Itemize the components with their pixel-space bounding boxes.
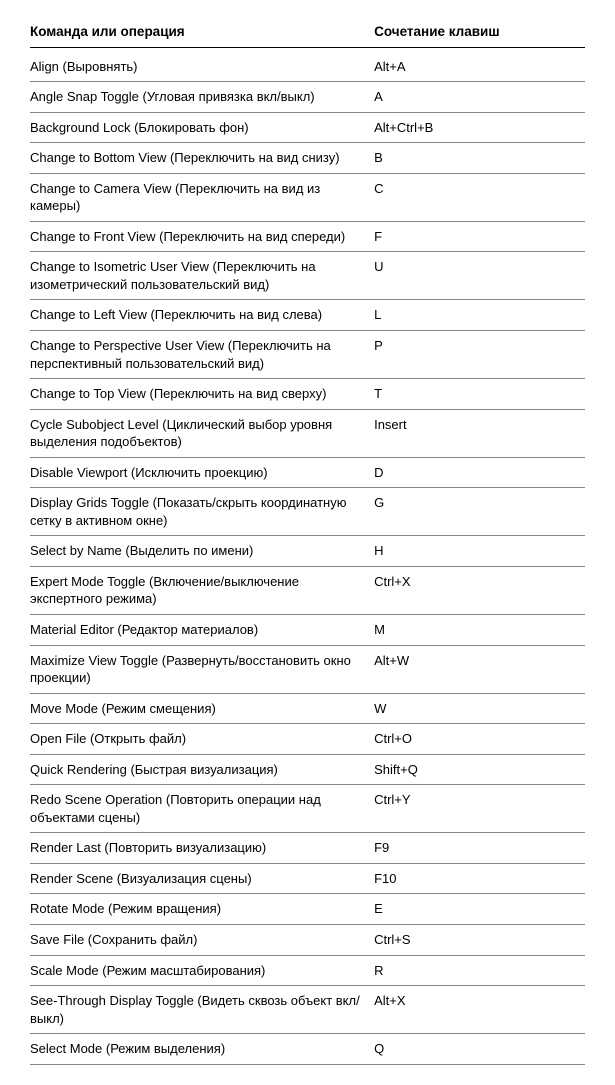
table-row: Save File (Сохранить файл)Ctrl+S bbox=[30, 925, 585, 956]
table-row: Change to Camera View (Переключить на ви… bbox=[30, 173, 585, 221]
cell-command: Select by Name (Выделить по имени) bbox=[30, 536, 374, 567]
cell-shortcut: Alt+Ctrl+B bbox=[374, 112, 585, 143]
cell-command: Change to Perspective User View (Переклю… bbox=[30, 330, 374, 378]
cell-command: Background Lock (Блокировать фон) bbox=[30, 112, 374, 143]
cell-command: Rotate Mode (Режим вращения) bbox=[30, 894, 374, 925]
cell-shortcut: Q bbox=[374, 1034, 585, 1065]
cell-command: Redo Scene Operation (Повторить операции… bbox=[30, 785, 374, 833]
table-row: Redo Scene Operation (Повторить операции… bbox=[30, 785, 585, 833]
cell-shortcut: G bbox=[374, 488, 585, 536]
cell-command: Cycle Subobject Level (Циклический выбор… bbox=[30, 409, 374, 457]
shortcuts-table: Команда или операция Сочетание клавиш Al… bbox=[30, 18, 585, 1065]
cell-command: Move Mode (Режим смещения) bbox=[30, 693, 374, 724]
table-row: Background Lock (Блокировать фон)Alt+Ctr… bbox=[30, 112, 585, 143]
cell-shortcut: T bbox=[374, 379, 585, 410]
table-row: Change to Front View (Переключить на вид… bbox=[30, 221, 585, 252]
cell-command: Quick Rendering (Быстрая визуализация) bbox=[30, 754, 374, 785]
cell-shortcut: P bbox=[374, 330, 585, 378]
cell-shortcut: Ctrl+Y bbox=[374, 785, 585, 833]
table-row: Quick Rendering (Быстрая визуализация)Sh… bbox=[30, 754, 585, 785]
cell-command: Change to Left View (Переключить на вид … bbox=[30, 300, 374, 331]
cell-shortcut: Ctrl+O bbox=[374, 724, 585, 755]
table-row: Angle Snap Toggle (Угловая привязка вкл/… bbox=[30, 82, 585, 113]
table-row: Change to Top View (Переключить на вид с… bbox=[30, 379, 585, 410]
cell-shortcut: R bbox=[374, 955, 585, 986]
cell-command: Select Mode (Режим выделения) bbox=[30, 1034, 374, 1065]
cell-shortcut: Shift+Q bbox=[374, 754, 585, 785]
cell-command: Scale Mode (Режим масштабирования) bbox=[30, 955, 374, 986]
table-row: Change to Isometric User View (Переключи… bbox=[30, 252, 585, 300]
cell-command: See-Through Display Toggle (Видеть сквоз… bbox=[30, 986, 374, 1034]
table-row: Expert Mode Toggle (Включение/выключение… bbox=[30, 566, 585, 614]
cell-command: Open File (Открыть файл) bbox=[30, 724, 374, 755]
table-row: Select by Name (Выделить по имени)H bbox=[30, 536, 585, 567]
cell-command: Change to Bottom View (Переключить на ви… bbox=[30, 143, 374, 174]
table-row: Change to Left View (Переключить на вид … bbox=[30, 300, 585, 331]
cell-shortcut: F9 bbox=[374, 833, 585, 864]
cell-shortcut: D bbox=[374, 457, 585, 488]
table-header-row: Команда или операция Сочетание клавиш bbox=[30, 18, 585, 48]
header-shortcut: Сочетание клавиш bbox=[374, 18, 585, 48]
cell-command: Material Editor (Редактор материалов) bbox=[30, 614, 374, 645]
cell-shortcut: H bbox=[374, 536, 585, 567]
cell-command: Render Last (Повторить визуализацию) bbox=[30, 833, 374, 864]
cell-command: Disable Viewport (Исключить проекцию) bbox=[30, 457, 374, 488]
cell-command: Change to Isometric User View (Переключи… bbox=[30, 252, 374, 300]
cell-shortcut: L bbox=[374, 300, 585, 331]
cell-shortcut: M bbox=[374, 614, 585, 645]
table-row: Open File (Открыть файл)Ctrl+O bbox=[30, 724, 585, 755]
cell-command: Save File (Сохранить файл) bbox=[30, 925, 374, 956]
table-row: Change to Bottom View (Переключить на ви… bbox=[30, 143, 585, 174]
cell-command: Expert Mode Toggle (Включение/выключение… bbox=[30, 566, 374, 614]
cell-shortcut: Insert bbox=[374, 409, 585, 457]
table-row: Cycle Subobject Level (Циклический выбор… bbox=[30, 409, 585, 457]
cell-shortcut: A bbox=[374, 82, 585, 113]
cell-shortcut: Alt+W bbox=[374, 645, 585, 693]
cell-command: Change to Camera View (Переключить на ви… bbox=[30, 173, 374, 221]
cell-shortcut: F bbox=[374, 221, 585, 252]
table-row: Align (Выровнять)Alt+A bbox=[30, 52, 585, 82]
cell-command: Maximize View Toggle (Развернуть/восстан… bbox=[30, 645, 374, 693]
cell-shortcut: U bbox=[374, 252, 585, 300]
table-row: Change to Perspective User View (Переклю… bbox=[30, 330, 585, 378]
cell-shortcut: C bbox=[374, 173, 585, 221]
cell-shortcut: W bbox=[374, 693, 585, 724]
cell-command: Change to Top View (Переключить на вид с… bbox=[30, 379, 374, 410]
table-row: See-Through Display Toggle (Видеть сквоз… bbox=[30, 986, 585, 1034]
table-row: Select Mode (Режим выделения)Q bbox=[30, 1034, 585, 1065]
cell-command: Change to Front View (Переключить на вид… bbox=[30, 221, 374, 252]
table-row: Scale Mode (Режим масштабирования)R bbox=[30, 955, 585, 986]
cell-shortcut: Ctrl+X bbox=[374, 566, 585, 614]
cell-shortcut: Alt+A bbox=[374, 52, 585, 82]
header-command: Команда или операция bbox=[30, 18, 374, 48]
table-row: Move Mode (Режим смещения)W bbox=[30, 693, 585, 724]
cell-command: Align (Выровнять) bbox=[30, 52, 374, 82]
cell-shortcut: B bbox=[374, 143, 585, 174]
cell-shortcut: Alt+X bbox=[374, 986, 585, 1034]
cell-command: Display Grids Toggle (Показать/скрыть ко… bbox=[30, 488, 374, 536]
table-row: Render Last (Повторить визуализацию)F9 bbox=[30, 833, 585, 864]
table-row: Disable Viewport (Исключить проекцию)D bbox=[30, 457, 585, 488]
cell-shortcut: E bbox=[374, 894, 585, 925]
table-row: Material Editor (Редактор материалов)M bbox=[30, 614, 585, 645]
cell-command: Angle Snap Toggle (Угловая привязка вкл/… bbox=[30, 82, 374, 113]
table-row: Maximize View Toggle (Развернуть/восстан… bbox=[30, 645, 585, 693]
table-row: Display Grids Toggle (Показать/скрыть ко… bbox=[30, 488, 585, 536]
table-row: Rotate Mode (Режим вращения)E bbox=[30, 894, 585, 925]
cell-shortcut: Ctrl+S bbox=[374, 925, 585, 956]
